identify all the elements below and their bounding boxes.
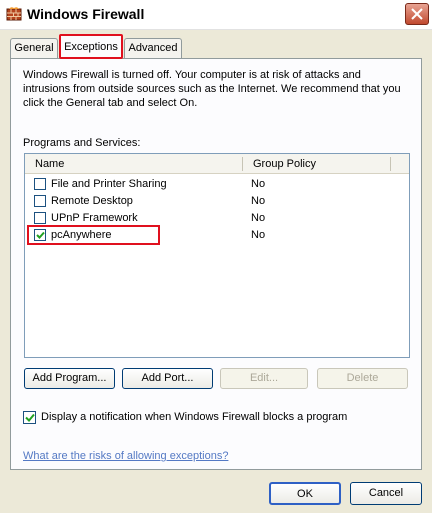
column-header-group-policy[interactable]: Group Policy xyxy=(253,158,316,170)
programs-label: Programs and Services: xyxy=(23,137,141,149)
programs-list[interactable]: Name Group Policy File and Printer Shari… xyxy=(24,153,410,358)
firewall-off-warning: Windows Firewall is turned off. Your com… xyxy=(23,69,401,109)
firewall-brick-icon xyxy=(6,6,22,22)
edit-button[interactable]: Edit... xyxy=(220,368,308,389)
list-item-pcanywhere[interactable]: pcAnywhere No xyxy=(25,225,409,245)
notification-label[interactable]: Display a notification when Windows Fire… xyxy=(41,411,347,423)
program-name: UPnP Framework xyxy=(51,212,138,224)
column-divider[interactable] xyxy=(242,157,243,171)
title-bar[interactable]: Windows Firewall xyxy=(0,0,432,30)
delete-button[interactable]: Delete xyxy=(317,368,408,389)
exception-checkbox[interactable] xyxy=(34,178,46,190)
exception-checkbox[interactable] xyxy=(34,229,46,241)
tab-general[interactable]: General xyxy=(10,38,58,59)
cancel-button[interactable]: Cancel xyxy=(350,482,422,505)
program-name: File and Printer Sharing xyxy=(51,178,167,190)
group-policy-value: No xyxy=(251,178,266,190)
program-name: Remote Desktop xyxy=(51,195,133,207)
exception-checkbox[interactable] xyxy=(34,212,46,224)
window-title: Windows Firewall xyxy=(27,6,145,22)
column-divider[interactable] xyxy=(390,157,391,171)
checkmark-icon xyxy=(25,413,35,422)
column-header-name[interactable]: Name xyxy=(35,158,64,170)
group-policy-value: No xyxy=(251,195,266,207)
notification-checkbox[interactable] xyxy=(23,411,36,424)
list-item-file-and-printer-sharing[interactable]: File and Printer Sharing No xyxy=(25,176,409,193)
group-policy-value: No xyxy=(251,229,266,241)
exception-checkbox[interactable] xyxy=(34,195,46,207)
tab-advanced[interactable]: Advanced xyxy=(124,38,182,59)
tab-exceptions[interactable]: Exceptions xyxy=(59,34,123,59)
group-policy-value: No xyxy=(251,212,266,224)
add-port-button[interactable]: Add Port... xyxy=(122,368,213,389)
list-header: Name Group Policy xyxy=(25,154,409,174)
program-name: pcAnywhere xyxy=(51,229,112,241)
exceptions-risks-link[interactable]: What are the risks of allowing exception… xyxy=(23,450,228,462)
checkmark-icon xyxy=(36,231,45,239)
list-item-remote-desktop[interactable]: Remote Desktop No xyxy=(25,193,409,210)
ok-button[interactable]: OK xyxy=(269,482,341,505)
close-button[interactable] xyxy=(405,3,429,25)
add-program-button[interactable]: Add Program... xyxy=(24,368,115,389)
